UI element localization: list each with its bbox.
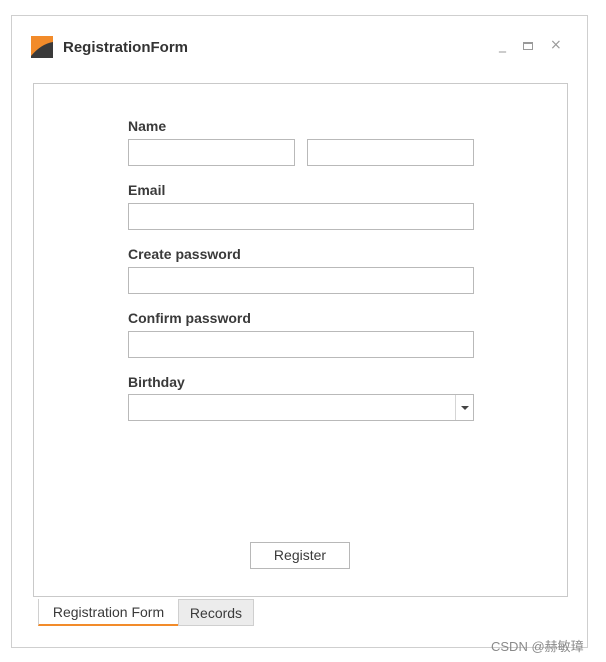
first-name-field[interactable]	[128, 139, 295, 166]
chevron-down-icon[interactable]	[455, 395, 473, 420]
name-label: Name	[128, 118, 167, 134]
window-title: RegistrationForm	[63, 39, 189, 56]
watermark: CSDN @赫敏璋	[491, 639, 584, 654]
confirm-password-label: Confirm password	[128, 310, 251, 326]
form-panel: Name Email Create password Confirm passw…	[33, 83, 568, 597]
create-password-field[interactable]	[128, 267, 474, 294]
registration-window: RegistrationForm _ × Name Email Create p…	[11, 15, 588, 648]
register-button[interactable]: Register	[250, 542, 350, 569]
birthday-combobox[interactable]	[128, 394, 474, 421]
tab-registration-form[interactable]: Registration Form	[38, 599, 179, 626]
maximize-icon[interactable]	[523, 42, 533, 50]
close-icon[interactable]: ×	[550, 38, 562, 52]
birthday-label: Birthday	[128, 374, 185, 390]
confirm-password-field[interactable]	[128, 331, 474, 358]
last-name-field[interactable]	[307, 139, 474, 166]
minimize-icon[interactable]: _	[499, 38, 506, 52]
email-label: Email	[128, 182, 166, 198]
email-field[interactable]	[128, 203, 474, 230]
tab-records[interactable]: Records	[178, 599, 254, 626]
app-logo-icon	[31, 36, 53, 58]
create-password-label: Create password	[128, 246, 241, 262]
